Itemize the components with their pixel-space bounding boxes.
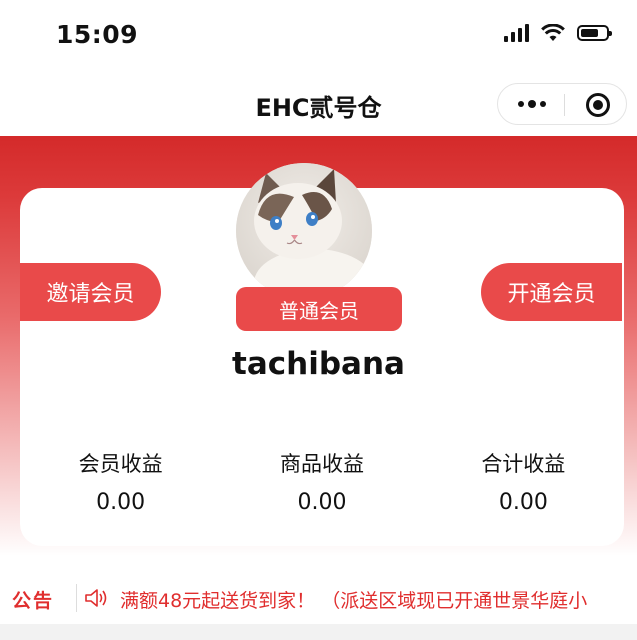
battery-icon — [577, 25, 612, 41]
mini-program-capsule — [497, 83, 627, 125]
navigation-bar: EHC贰号仓 — [0, 70, 637, 136]
username: tachibana — [232, 346, 405, 382]
stat-label: 会员收益 — [78, 452, 163, 476]
invite-member-button[interactable]: 邀请会员 — [20, 263, 161, 321]
stat-member-earnings[interactable]: 会员收益 0.00 — [20, 448, 221, 515]
wifi-icon — [541, 24, 565, 41]
stat-label: 商品收益 — [279, 452, 364, 476]
member-level-badge: 普通会员 — [236, 287, 402, 331]
notice-bar[interactable]: 公告 满额48元起送货到家！ （派送区域现已开通世景华庭小 — [0, 572, 637, 624]
activate-member-button[interactable]: 开通会员 — [481, 263, 622, 321]
status-bar: 15:09 — [0, 0, 637, 70]
stat-total-earnings[interactable]: 合计收益 0.00 — [423, 448, 624, 515]
stat-label: 合计收益 — [481, 452, 566, 476]
stat-value: 0.00 — [498, 490, 548, 515]
status-icons — [504, 24, 612, 42]
bottom-divider — [0, 624, 637, 640]
speaker-icon — [85, 589, 107, 607]
stat-value: 0.00 — [297, 490, 347, 515]
stat-value: 0.00 — [96, 490, 146, 515]
earnings-stats: 会员收益 0.00 商品收益 0.00 合计收益 0.00 — [20, 448, 624, 515]
cellular-signal-icon — [504, 24, 529, 42]
notice-tag: 公告 — [12, 590, 55, 612]
stat-product-earnings[interactable]: 商品收益 0.00 — [221, 448, 422, 515]
avatar[interactable] — [236, 163, 372, 299]
capsule-divider — [564, 94, 565, 116]
notice-marquee-text: 满额48元起送货到家！ （派送区域现已开通世景华庭小 — [120, 590, 588, 612]
status-time: 15:09 — [56, 20, 139, 49]
more-options-icon[interactable] — [518, 100, 546, 108]
close-mini-program-icon[interactable] — [586, 93, 610, 117]
notice-divider — [76, 584, 77, 612]
cat-avatar-image — [236, 163, 372, 299]
